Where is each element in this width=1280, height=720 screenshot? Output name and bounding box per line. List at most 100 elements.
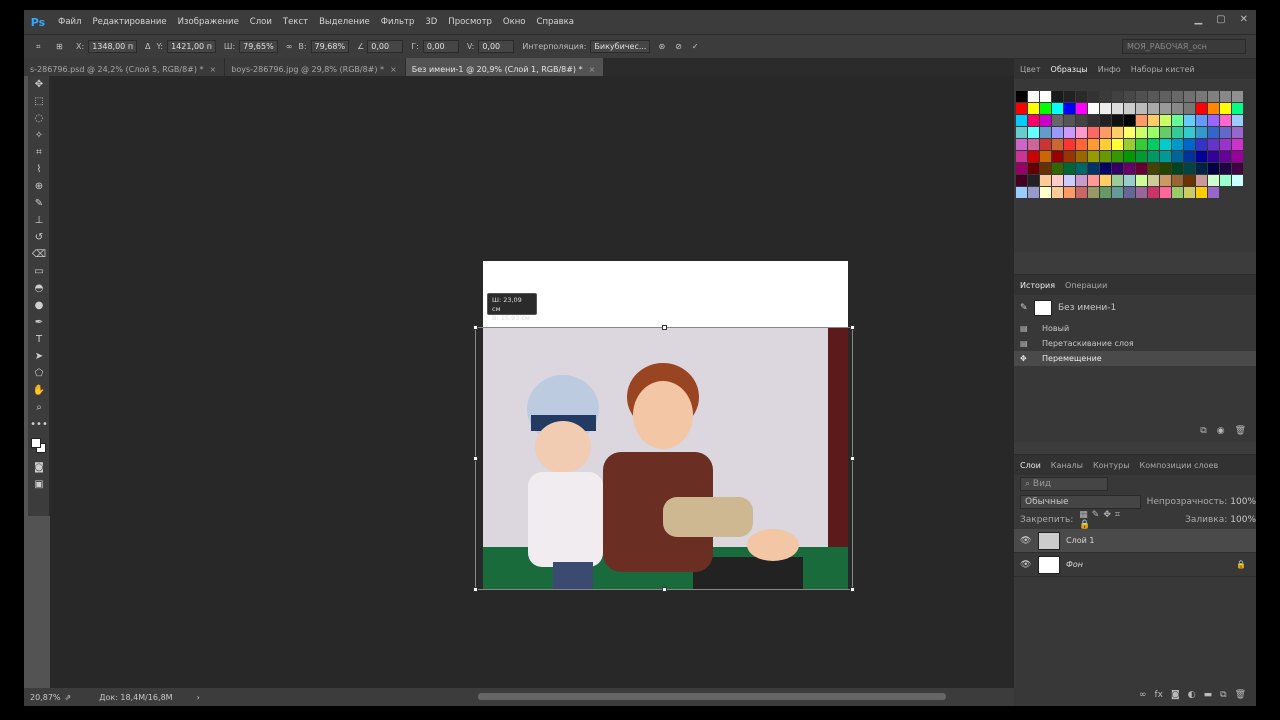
color-swatch[interactable] (1148, 151, 1159, 162)
color-swatch[interactable] (1040, 103, 1051, 114)
color-swatch[interactable] (1220, 103, 1231, 114)
history-snapshot[interactable]: ✎ Без имени-1 (1014, 295, 1256, 321)
color-swatch[interactable] (1112, 91, 1123, 102)
color-swatch[interactable] (1196, 91, 1207, 102)
color-swatch[interactable] (1016, 151, 1027, 162)
color-swatch[interactable] (1076, 139, 1087, 150)
color-swatch[interactable] (1088, 187, 1099, 198)
color-swatch[interactable] (1148, 115, 1159, 126)
color-swatch[interactable] (1112, 127, 1123, 138)
menu-window[interactable]: Окно (503, 17, 526, 27)
color-swatch[interactable] (1088, 163, 1099, 174)
color-swatch[interactable] (1112, 151, 1123, 162)
color-swatch[interactable] (1028, 127, 1039, 138)
color-swatch[interactable] (1136, 187, 1147, 198)
eraser-tool-icon[interactable]: ⌫ (28, 246, 50, 263)
color-swatch[interactable] (1136, 175, 1147, 186)
zoom-tool-icon[interactable]: ⌕ (28, 399, 50, 416)
color-swatch[interactable] (1076, 163, 1087, 174)
transform-handle[interactable] (662, 587, 667, 592)
color-swatches[interactable] (28, 433, 50, 459)
transform-handle[interactable] (850, 325, 855, 330)
healing-tool-icon[interactable]: ⊕ (28, 178, 50, 195)
color-swatch[interactable] (1184, 163, 1195, 174)
layer-row[interactable]: 👁 Фон 🔒 (1014, 553, 1256, 577)
adjustment-icon[interactable]: ◐ (1188, 690, 1196, 700)
color-swatch[interactable] (1016, 139, 1027, 150)
color-swatch[interactable] (1208, 115, 1219, 126)
tab-brush-presets[interactable]: Наборы кистей (1131, 65, 1195, 74)
shape-tool-icon[interactable]: ⬠ (28, 365, 50, 382)
menu-edit[interactable]: Редактирование (92, 17, 166, 27)
color-swatch[interactable] (1136, 139, 1147, 150)
tab-layers[interactable]: Слои (1020, 461, 1041, 470)
color-swatch[interactable] (1136, 91, 1147, 102)
color-swatch[interactable] (1112, 163, 1123, 174)
color-swatch[interactable] (1172, 127, 1183, 138)
layer-name[interactable]: Слой 1 (1066, 536, 1094, 545)
color-swatch[interactable] (1076, 103, 1087, 114)
color-swatch[interactable] (1088, 91, 1099, 102)
color-swatch[interactable] (1160, 127, 1171, 138)
color-swatch[interactable] (1064, 187, 1075, 198)
color-swatch[interactable] (1196, 115, 1207, 126)
color-swatch[interactable] (1040, 139, 1051, 150)
color-swatch[interactable] (1112, 115, 1123, 126)
color-swatch[interactable] (1064, 151, 1075, 162)
menu-file[interactable]: Файл (58, 17, 81, 27)
y-input[interactable]: 1421,00 п (167, 40, 216, 53)
commit-icon[interactable]: ✓ (692, 42, 699, 51)
color-swatch[interactable] (1208, 187, 1219, 198)
color-swatch[interactable] (1028, 175, 1039, 186)
color-swatch[interactable] (1076, 175, 1087, 186)
type-tool-icon[interactable]: T (28, 331, 50, 348)
color-swatch[interactable] (1076, 91, 1087, 102)
maximize-icon[interactable]: ▢ (1216, 14, 1225, 25)
color-swatch[interactable] (1148, 127, 1159, 138)
color-swatch[interactable] (1088, 139, 1099, 150)
color-swatch[interactable] (1028, 187, 1039, 198)
link-layers-icon[interactable]: ∞ (1139, 690, 1147, 700)
color-swatch[interactable] (1184, 187, 1195, 198)
layer-name[interactable]: Фон (1066, 560, 1083, 569)
color-swatch[interactable] (1052, 115, 1063, 126)
color-swatch[interactable] (1100, 175, 1111, 186)
mask-icon[interactable]: ◙ (1171, 690, 1180, 700)
color-swatch[interactable] (1088, 175, 1099, 186)
new-document-icon[interactable]: ⧉ (1200, 426, 1206, 436)
x-input[interactable]: 1348,00 п (88, 40, 138, 53)
transform-handle[interactable] (850, 587, 855, 592)
color-swatch[interactable] (1028, 151, 1039, 162)
color-swatch[interactable] (1148, 103, 1159, 114)
marquee-tool-icon[interactable]: ⬚ (28, 93, 50, 110)
color-swatch[interactable] (1124, 139, 1135, 150)
color-swatch[interactable] (1064, 175, 1075, 186)
magic-wand-tool-icon[interactable]: ✧ (28, 127, 50, 144)
color-swatch[interactable] (1028, 103, 1039, 114)
color-swatch[interactable] (1172, 187, 1183, 198)
color-swatch[interactable] (1052, 91, 1063, 102)
color-swatch[interactable] (1124, 163, 1135, 174)
color-swatch[interactable] (1100, 187, 1111, 198)
color-swatch[interactable] (1184, 103, 1195, 114)
color-swatch[interactable] (1016, 103, 1027, 114)
color-swatch[interactable] (1232, 91, 1243, 102)
status-arrow-icon[interactable]: › (197, 693, 200, 702)
gradient-tool-icon[interactable]: ▭ (28, 263, 50, 280)
interpolation-select[interactable]: Бикубичес... (590, 40, 651, 53)
warp-icon[interactable]: ⊛ (658, 42, 665, 51)
color-swatch[interactable] (1232, 151, 1243, 162)
color-swatch[interactable] (1112, 103, 1123, 114)
color-swatch[interactable] (1100, 91, 1111, 102)
color-swatch[interactable] (1016, 187, 1027, 198)
color-swatch[interactable] (1196, 187, 1207, 198)
color-swatch[interactable] (1076, 187, 1087, 198)
color-swatch[interactable] (1112, 139, 1123, 150)
folder-icon[interactable]: ▬ (1204, 690, 1213, 700)
color-swatch[interactable] (1064, 103, 1075, 114)
menu-select[interactable]: Выделение (319, 17, 370, 27)
color-swatch[interactable] (1052, 163, 1063, 174)
color-swatch[interactable] (1208, 103, 1219, 114)
tab-swatches[interactable]: Образцы (1051, 65, 1088, 74)
color-swatch[interactable] (1148, 175, 1159, 186)
